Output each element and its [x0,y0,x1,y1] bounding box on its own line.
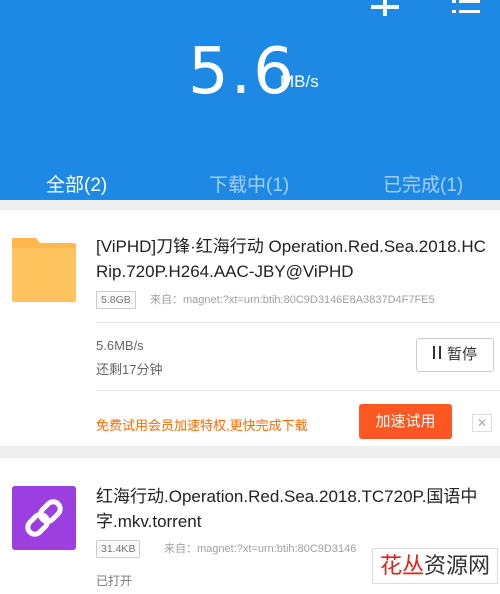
download-item[interactable]: [ViPHD]刀锋·红海行动 Operation.Red.Sea.2018.HC… [0,210,500,446]
time-remaining: 还剩17分钟 [96,362,163,377]
plus-icon[interactable] [370,0,400,16]
tab-completed[interactable]: 已完成(1) [383,170,463,197]
status-opened: 已打开 [96,574,133,588]
download-rate: 5.6MB/s [96,338,144,353]
list-menu-icon[interactable] [452,0,480,16]
filter-tabs: 全部(2) 下载中(1) 已完成(1) [0,170,500,198]
file-size-badge: 31.4KB [96,540,141,558]
download-title: 红海行动.Operation.Red.Sea.2018.TC720P.国语中字.… [96,487,478,531]
divider [96,390,500,391]
watermark-part2: 资源网 [424,554,491,579]
magnet-source: 来自：magnet:?xt=urn:btih:80C9D3146 [164,543,357,555]
link-icon [12,486,76,550]
tab-all[interactable]: 全部(2) [46,170,107,197]
pause-button[interactable]: 暂停 [416,338,494,372]
header-bar: 5.6 MB/s 全部(2) 下载中(1) 已完成(1) [0,0,500,200]
close-promo-button[interactable]: ✕ [472,414,492,432]
pause-icon [432,339,441,371]
download-title: [ViPHD]刀锋·红海行动 Operation.Red.Sea.2018.HC… [96,237,486,281]
watermark-logo: 花丛资源网 [372,548,498,584]
boost-trial-button[interactable]: 加速试用 [359,404,452,439]
file-size-badge: 5.8GB [96,291,136,309]
download-speed-unit: MB/s [280,72,319,91]
watermark-part1: 花丛 [379,554,424,579]
divider [96,322,500,323]
tab-downloading[interactable]: 下载中(1) [209,170,289,197]
pause-label: 暂停 [446,346,477,363]
magnet-source: 来自：magnet:?xt=urn:btih:80C9D3146E8A3837D… [150,294,435,306]
promo-text: 免费试用会员加速特权,更快完成下载 [96,418,308,433]
folder-icon [12,238,76,302]
